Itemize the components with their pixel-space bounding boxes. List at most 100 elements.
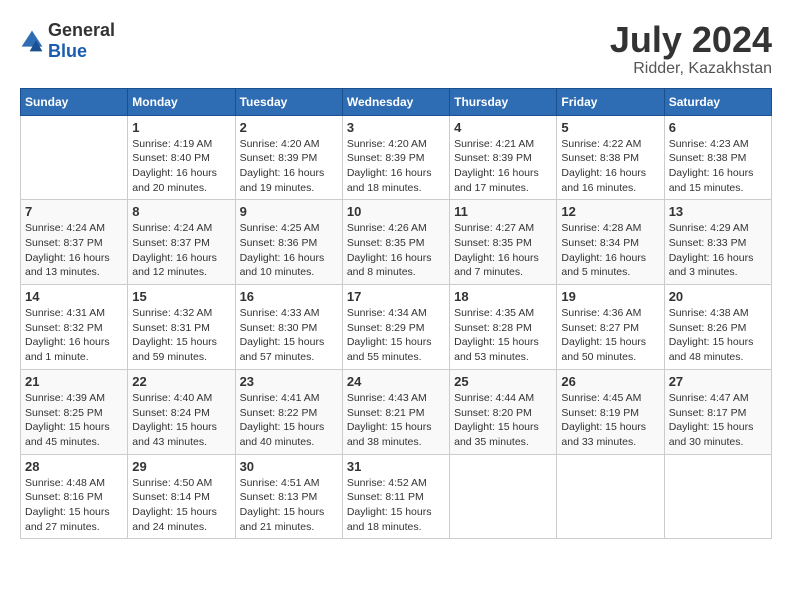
cell-text: Sunrise: 4:45 AMSunset: 8:19 PMDaylight:… (561, 391, 659, 450)
calendar-cell: 30 Sunrise: 4:51 AMSunset: 8:13 PMDayligh… (235, 454, 342, 539)
day-number: 30 (240, 459, 338, 474)
weekday-header: Friday (557, 88, 664, 115)
cell-text: Sunrise: 4:39 AMSunset: 8:25 PMDaylight:… (25, 391, 123, 450)
cell-text: Sunrise: 4:27 AMSunset: 8:35 PMDaylight:… (454, 221, 552, 280)
weekday-header: Saturday (664, 88, 771, 115)
calendar-cell: 31 Sunrise: 4:52 AMSunset: 8:11 PMDayligh… (342, 454, 449, 539)
day-number: 6 (669, 120, 767, 135)
cell-text: Sunrise: 4:36 AMSunset: 8:27 PMDaylight:… (561, 306, 659, 365)
calendar-cell: 9 Sunrise: 4:25 AMSunset: 8:36 PMDaylight… (235, 200, 342, 285)
calendar-cell (450, 454, 557, 539)
cell-text: Sunrise: 4:20 AMSunset: 8:39 PMDaylight:… (240, 137, 338, 196)
day-number: 16 (240, 289, 338, 304)
cell-text: Sunrise: 4:35 AMSunset: 8:28 PMDaylight:… (454, 306, 552, 365)
calendar-cell: 25 Sunrise: 4:44 AMSunset: 8:20 PMDayligh… (450, 369, 557, 454)
calendar-cell: 19 Sunrise: 4:36 AMSunset: 8:27 PMDayligh… (557, 285, 664, 370)
cell-text: Sunrise: 4:50 AMSunset: 8:14 PMDaylight:… (132, 476, 230, 535)
cell-text: Sunrise: 4:22 AMSunset: 8:38 PMDaylight:… (561, 137, 659, 196)
calendar-cell: 26 Sunrise: 4:45 AMSunset: 8:19 PMDayligh… (557, 369, 664, 454)
day-number: 10 (347, 204, 445, 219)
weekday-header: Thursday (450, 88, 557, 115)
calendar-cell: 5 Sunrise: 4:22 AMSunset: 8:38 PMDaylight… (557, 115, 664, 200)
day-number: 5 (561, 120, 659, 135)
calendar-cell: 7 Sunrise: 4:24 AMSunset: 8:37 PMDaylight… (21, 200, 128, 285)
calendar-cell: 6 Sunrise: 4:23 AMSunset: 8:38 PMDaylight… (664, 115, 771, 200)
day-number: 24 (347, 374, 445, 389)
day-number: 7 (25, 204, 123, 219)
location-title: Ridder, Kazakhstan (610, 60, 772, 78)
calendar-cell: 17 Sunrise: 4:34 AMSunset: 8:29 PMDayligh… (342, 285, 449, 370)
calendar-cell: 27 Sunrise: 4:47 AMSunset: 8:17 PMDayligh… (664, 369, 771, 454)
cell-text: Sunrise: 4:19 AMSunset: 8:40 PMDaylight:… (132, 137, 230, 196)
calendar-cell (557, 454, 664, 539)
calendar-cell: 2Sunrise: 4:20 AMSunset: 8:39 PMDaylight… (235, 115, 342, 200)
cell-text: Sunrise: 4:47 AMSunset: 8:17 PMDaylight:… (669, 391, 767, 450)
calendar-cell: 16 Sunrise: 4:33 AMSunset: 8:30 PMDayligh… (235, 285, 342, 370)
day-number: 3 (347, 120, 445, 135)
day-number: 27 (669, 374, 767, 389)
calendar-cell: 21 Sunrise: 4:39 AMSunset: 8:25 PMDayligh… (21, 369, 128, 454)
day-number: 12 (561, 204, 659, 219)
cell-text: Sunrise: 4:43 AMSunset: 8:21 PMDaylight:… (347, 391, 445, 450)
day-number: 26 (561, 374, 659, 389)
weekday-header: Wednesday (342, 88, 449, 115)
logo-general: General (48, 20, 115, 40)
calendar-cell: 13 Sunrise: 4:29 AMSunset: 8:33 PMDayligh… (664, 200, 771, 285)
day-number: 13 (669, 204, 767, 219)
cell-text: Sunrise: 4:23 AMSunset: 8:38 PMDaylight:… (669, 137, 767, 196)
cell-text: Sunrise: 4:51 AMSunset: 8:13 PMDaylight:… (240, 476, 338, 535)
calendar-cell: 10 Sunrise: 4:26 AMSunset: 8:35 PMDayligh… (342, 200, 449, 285)
day-number: 23 (240, 374, 338, 389)
calendar-cell: 11 Sunrise: 4:27 AMSunset: 8:35 PMDayligh… (450, 200, 557, 285)
day-number: 17 (347, 289, 445, 304)
day-number: 28 (25, 459, 123, 474)
cell-text: Sunrise: 4:29 AMSunset: 8:33 PMDaylight:… (669, 221, 767, 280)
day-number: 14 (25, 289, 123, 304)
cell-text: Sunrise: 4:44 AMSunset: 8:20 PMDaylight:… (454, 391, 552, 450)
weekday-header: Monday (128, 88, 235, 115)
calendar-cell: 23 Sunrise: 4:41 AMSunset: 8:22 PMDayligh… (235, 369, 342, 454)
day-number: 31 (347, 459, 445, 474)
day-number: 25 (454, 374, 552, 389)
logo-blue: Blue (48, 41, 87, 61)
day-number: 15 (132, 289, 230, 304)
day-number: 21 (25, 374, 123, 389)
weekday-header: Sunday (21, 88, 128, 115)
cell-text: Sunrise: 4:40 AMSunset: 8:24 PMDaylight:… (132, 391, 230, 450)
calendar-cell: 3 Sunrise: 4:20 AMSunset: 8:39 PMDaylight… (342, 115, 449, 200)
cell-text: Sunrise: 4:38 AMSunset: 8:26 PMDaylight:… (669, 306, 767, 365)
calendar-cell: 15Sunrise: 4:32 AMSunset: 8:31 PMDayligh… (128, 285, 235, 370)
cell-text: Sunrise: 4:24 AMSunset: 8:37 PMDaylight:… (25, 221, 123, 280)
day-number: 8 (132, 204, 230, 219)
cell-text: Sunrise: 4:26 AMSunset: 8:35 PMDaylight:… (347, 221, 445, 280)
cell-text: Sunrise: 4:24 AMSunset: 8:37 PMDaylight:… (132, 221, 230, 280)
cell-text: Sunrise: 4:21 AMSunset: 8:39 PMDaylight:… (454, 137, 552, 196)
calendar-table: SundayMondayTuesdayWednesdayThursdayFrid… (20, 88, 772, 540)
cell-text: Sunrise: 4:20 AMSunset: 8:39 PMDaylight:… (347, 137, 445, 196)
month-title: July 2024 (610, 20, 772, 60)
calendar-cell: 22Sunrise: 4:40 AMSunset: 8:24 PMDayligh… (128, 369, 235, 454)
calendar-cell: 18 Sunrise: 4:35 AMSunset: 8:28 PMDayligh… (450, 285, 557, 370)
cell-text: Sunrise: 4:52 AMSunset: 8:11 PMDaylight:… (347, 476, 445, 535)
title-area: July 2024 Ridder, Kazakhstan (610, 20, 772, 78)
cell-text: Sunrise: 4:25 AMSunset: 8:36 PMDaylight:… (240, 221, 338, 280)
calendar-cell: 1 Sunrise: 4:19 AMSunset: 8:40 PMDaylight… (128, 115, 235, 200)
day-number: 1 (132, 120, 230, 135)
cell-text: Sunrise: 4:41 AMSunset: 8:22 PMDaylight:… (240, 391, 338, 450)
day-number: 19 (561, 289, 659, 304)
calendar-cell: 24 Sunrise: 4:43 AMSunset: 8:21 PMDayligh… (342, 369, 449, 454)
logo-icon (20, 29, 44, 53)
day-number: 18 (454, 289, 552, 304)
cell-text: Sunrise: 4:34 AMSunset: 8:29 PMDaylight:… (347, 306, 445, 365)
calendar-cell: 8 Sunrise: 4:24 AMSunset: 8:37 PMDaylight… (128, 200, 235, 285)
calendar-cell: 28 Sunrise: 4:48 AMSunset: 8:16 PMDayligh… (21, 454, 128, 539)
logo: General Blue (20, 20, 115, 62)
cell-text: Sunrise: 4:33 AMSunset: 8:30 PMDaylight:… (240, 306, 338, 365)
day-number: 4 (454, 120, 552, 135)
cell-text: Sunrise: 4:48 AMSunset: 8:16 PMDaylight:… (25, 476, 123, 535)
cell-text: Sunrise: 4:28 AMSunset: 8:34 PMDaylight:… (561, 221, 659, 280)
day-number: 9 (240, 204, 338, 219)
calendar-cell: 14Sunrise: 4:31 AMSunset: 8:32 PMDayligh… (21, 285, 128, 370)
header: General Blue July 2024 Ridder, Kazakhsta… (20, 20, 772, 78)
day-number: 11 (454, 204, 552, 219)
